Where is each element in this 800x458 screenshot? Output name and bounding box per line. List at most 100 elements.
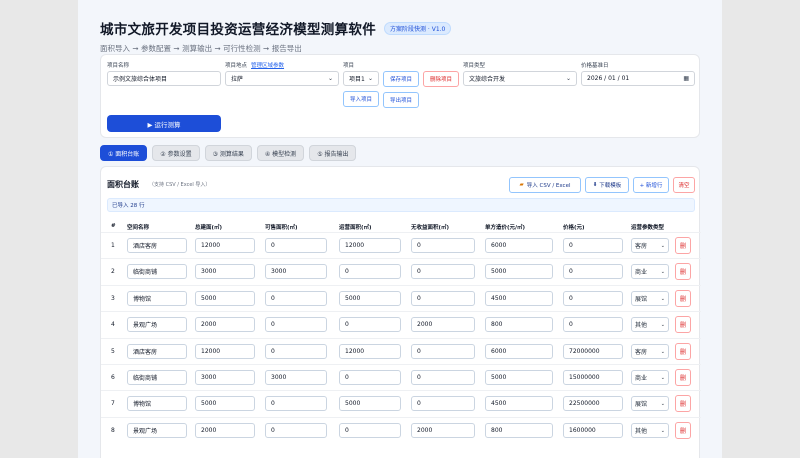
cell-gfa-input[interactable]: 5000 [195,396,255,411]
cell-price-input[interactable]: 0 [563,317,623,332]
price-date-input[interactable]: 2026 / 01 / 01 ▦ [581,71,695,86]
cell-gfa-input[interactable]: 5000 [195,291,255,306]
cell-cost-input[interactable]: 6000 [485,238,553,253]
download-template-button[interactable]: ⬇ 下载模板 [585,177,629,193]
add-row-button[interactable]: + 新增行 [633,177,669,193]
cell-gfa-input[interactable]: 3000 [195,370,255,385]
cell-op-input[interactable]: 12000 [339,344,401,359]
delete-row-button[interactable]: 删 [675,316,691,333]
delete-row-button[interactable]: 删 [675,343,691,360]
cell-cost-input[interactable]: 5000 [485,370,553,385]
delete-row-button[interactable]: 删 [675,237,691,254]
cell-gfa-input[interactable]: 12000 [195,344,255,359]
cell-non-input[interactable]: 2000 [411,317,475,332]
cell-name-input[interactable]: 博物馆 [127,291,187,306]
cell-sale-input[interactable]: 0 [265,396,327,411]
operation-type-select[interactable]: 展馆 ⌄ [631,291,669,306]
delete-row-button[interactable]: 删 [675,263,691,280]
cell-price-input[interactable]: 15000000 [563,370,623,385]
operation-type-select[interactable]: 客房 ⌄ [631,344,669,359]
cell-non-input[interactable]: 0 [411,370,475,385]
cell-cost-input[interactable]: 6000 [485,344,553,359]
project-select[interactable]: 项目1 ⌄ [343,71,379,86]
calendar-icon[interactable]: ▦ [683,75,689,82]
cell-non-input[interactable]: 0 [411,238,475,253]
run-calculation-button[interactable]: ▶ 运行测算 [107,115,221,132]
operation-type-select[interactable]: 客房 ⌄ [631,238,669,253]
cell-op-input[interactable]: 12000 [339,238,401,253]
import-status-banner: 已导入 28 行 [107,198,695,212]
cell-gfa-input[interactable]: 2000 [195,423,255,438]
tab-area-ledger[interactable]: ① 面积台账 [100,145,148,161]
delete-row-button[interactable]: 删 [675,395,691,412]
save-project-button[interactable]: 保存项目 [383,71,419,87]
cell-non-input[interactable]: 0 [411,291,475,306]
cell-sale-input[interactable]: 0 [265,291,327,306]
cell-name-input[interactable]: 临街商铺 [127,264,187,279]
cell-name-input[interactable]: 景观广场 [127,423,187,438]
project-name-input[interactable]: 示例文旅综合体项目 [107,71,221,86]
cell-cost-input[interactable]: 800 [485,423,553,438]
operation-type-value: 展馆 [635,296,648,303]
cell-price-input[interactable]: 1600000 [563,423,623,438]
cell-name-input[interactable]: 博物馆 [127,396,187,411]
cell-op-input[interactable]: 0 [339,423,401,438]
operation-type-select[interactable]: 商业 ⌄ [631,264,669,279]
manage-region-link[interactable]: 管理区域参数 [251,63,284,69]
cell-op-input[interactable]: 0 [339,370,401,385]
cell-price-input[interactable]: 22500000 [563,396,623,411]
cell-price-input[interactable]: 0 [563,238,623,253]
cell-sale-input[interactable]: 0 [265,344,327,359]
tab-results[interactable]: ③ 测算结果 [204,145,252,161]
region-select[interactable]: 拉萨 ⌄ [225,71,339,86]
cell-price-input[interactable]: 0 [563,264,623,279]
delete-project-button[interactable]: 删除项目 [423,71,459,87]
cell-op-input[interactable]: 0 [339,264,401,279]
cell-op-input[interactable]: 0 [339,317,401,332]
cell-name-input[interactable]: 酒店客房 [127,238,187,253]
cell-sale-input[interactable]: 0 [265,423,327,438]
tab-parameters[interactable]: ② 参数设置 [152,145,200,161]
column-header: # [111,223,116,229]
cell-op-input[interactable]: 5000 [339,396,401,411]
operation-type-select[interactable]: 其他 ⌄ [631,423,669,438]
cell-name-input[interactable]: 酒店客房 [127,344,187,359]
clear-button[interactable]: 清空 [673,177,695,193]
cell-non-input[interactable]: 2000 [411,423,475,438]
operation-type-select[interactable]: 商业 ⌄ [631,370,669,385]
cell-op-input[interactable]: 5000 [339,291,401,306]
cell-name-input[interactable]: 临街商铺 [127,370,187,385]
chevron-down-icon: ⌄ [565,75,571,82]
cell-sale-input[interactable]: 0 [265,317,327,332]
cell-sale-input[interactable]: 3000 [265,264,327,279]
operation-type-select[interactable]: 展馆 ⌄ [631,396,669,411]
cell-gfa-input[interactable]: 12000 [195,238,255,253]
cell-non-input[interactable]: 0 [411,264,475,279]
cell-cost-input[interactable]: 800 [485,317,553,332]
tab-report[interactable]: ⑤ 报告输出 [309,145,357,161]
cell-gfa-input[interactable]: 3000 [195,264,255,279]
operation-type-select[interactable]: 其他 ⌄ [631,317,669,332]
export-project-button[interactable]: 导出项目 [383,92,419,108]
tab-model-check[interactable]: ④ 模型检测 [256,145,305,161]
import-csv-button[interactable]: ▰ 导入 CSV / Excel [509,177,581,193]
cell-cost-input[interactable]: 5000 [485,264,553,279]
import-project-button[interactable]: 导入项目 [343,91,379,107]
row-number: 3 [111,295,115,302]
cell-name-input[interactable]: 景观广场 [127,317,187,332]
table-row: 1 酒店客房 12000 0 12000 0 6000 0 客房 ⌄ 删 [101,232,701,258]
delete-row-button[interactable]: 删 [675,422,691,439]
cell-non-input[interactable]: 0 [411,396,475,411]
cell-sale-input[interactable]: 3000 [265,370,327,385]
delete-row-button[interactable]: 删 [675,290,691,307]
cell-cost-input[interactable]: 4500 [485,396,553,411]
project-name-label: 项目名称 [107,63,130,69]
delete-row-button[interactable]: 删 [675,369,691,386]
cell-gfa-input[interactable]: 2000 [195,317,255,332]
cell-price-input[interactable]: 0 [563,291,623,306]
cell-sale-input[interactable]: 0 [265,238,327,253]
cell-cost-input[interactable]: 4500 [485,291,553,306]
cell-non-input[interactable]: 0 [411,344,475,359]
project-type-select[interactable]: 文旅综合开发 ⌄ [463,71,577,86]
cell-price-input[interactable]: 72000000 [563,344,623,359]
